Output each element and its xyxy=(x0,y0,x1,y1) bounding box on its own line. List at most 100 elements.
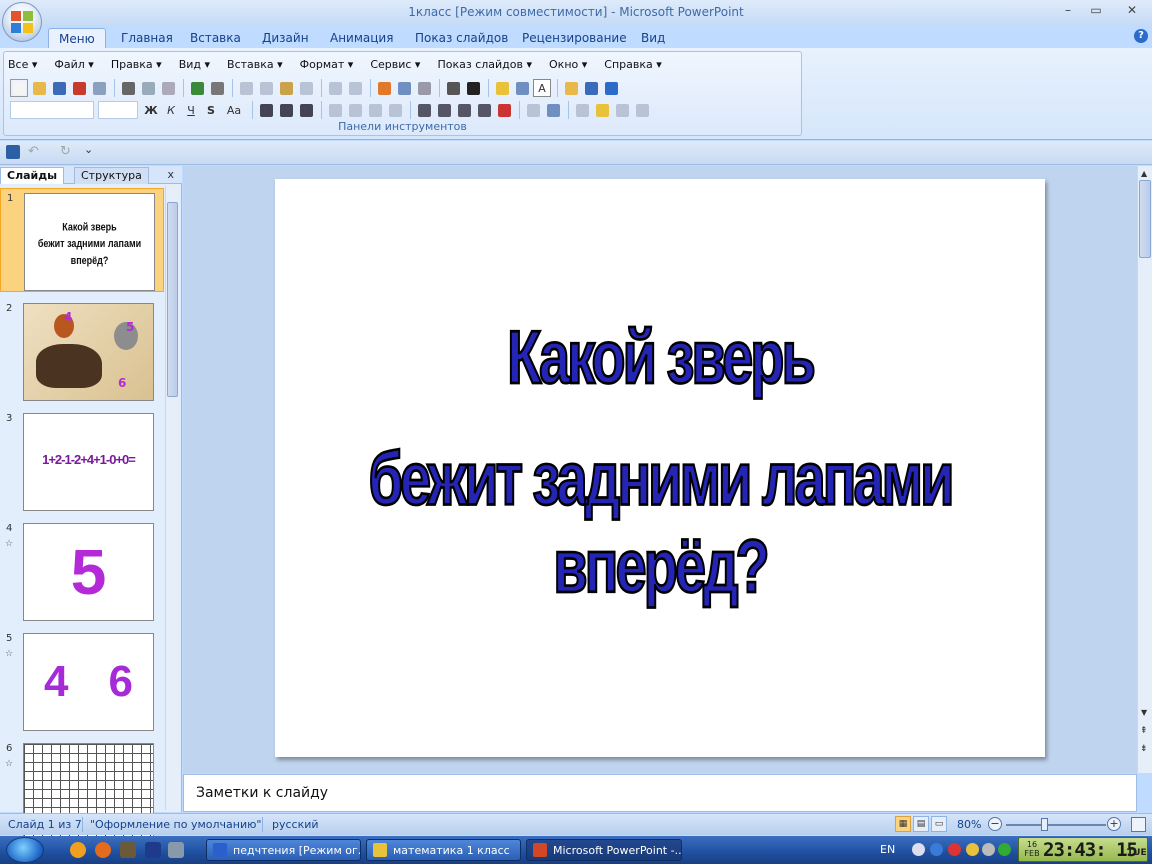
warning-icon[interactable] xyxy=(966,843,979,856)
normal-view-icon[interactable]: ▦ xyxy=(895,816,911,832)
menu-file[interactable]: Файл ▾ xyxy=(54,58,93,74)
font-size-combo[interactable] xyxy=(98,101,138,119)
qat-undo-icon[interactable]: ↶ xyxy=(28,144,39,159)
editor-scrollbar[interactable]: ▲ ▼ ⇞ ⇟ xyxy=(1137,166,1152,773)
new-file-icon[interactable] xyxy=(10,79,28,97)
tray-expand-icon[interactable] xyxy=(912,843,925,856)
tab-slideshow[interactable]: Показ слайдов xyxy=(405,28,518,48)
copy-icon[interactable] xyxy=(257,79,275,97)
numbering-icon[interactable] xyxy=(366,101,384,119)
decrease-indent-icon[interactable] xyxy=(475,101,493,119)
scrollbar-thumb[interactable] xyxy=(167,202,178,397)
research-icon[interactable] xyxy=(159,79,177,97)
slide-thumb-5[interactable]: 5 ☆ 4 6 xyxy=(0,629,164,733)
antivirus-icon[interactable] xyxy=(948,843,961,856)
scrollbar-thumb[interactable] xyxy=(1139,180,1151,258)
underline-button[interactable]: Ч xyxy=(182,101,200,119)
slide-thumb-2[interactable]: 2 4 5 6 xyxy=(0,299,164,403)
zoom-level[interactable]: 80% xyxy=(957,818,981,831)
menu-edit[interactable]: Правка ▾ xyxy=(111,58,162,74)
open-folder-icon[interactable] xyxy=(30,79,48,97)
insert-table-icon[interactable] xyxy=(395,79,413,97)
app-icon[interactable] xyxy=(168,842,184,858)
next-slide-icon[interactable]: ⇟ xyxy=(1140,744,1148,754)
firefox-icon[interactable] xyxy=(95,842,111,858)
draw-shapes-icon[interactable] xyxy=(573,101,591,119)
text-box-icon[interactable]: A xyxy=(533,79,551,97)
start-button[interactable] xyxy=(6,837,44,863)
menu-format[interactable]: Формат ▾ xyxy=(300,58,354,74)
insert-chart-icon[interactable] xyxy=(375,79,393,97)
office-button[interactable] xyxy=(2,2,42,42)
insert-hyperlink-icon[interactable] xyxy=(415,79,433,97)
app-icon[interactable] xyxy=(120,842,136,858)
mail-agent-icon[interactable] xyxy=(70,842,86,858)
line-color-icon[interactable] xyxy=(613,101,631,119)
slide-thumb-3[interactable]: 3 1+2-1-2+4+1-0+0= xyxy=(0,409,164,513)
menu-tools[interactable]: Сервис ▾ xyxy=(370,58,420,74)
network-icon[interactable] xyxy=(930,843,943,856)
scroll-up-icon[interactable]: ▲ xyxy=(1141,169,1147,178)
zoom-slider[interactable] xyxy=(1006,824,1106,826)
email-icon[interactable] xyxy=(90,79,108,97)
menu-view[interactable]: Вид ▾ xyxy=(179,58,210,74)
slide-title-line-2[interactable]: бежит задними лапами вперёд? xyxy=(275,434,1045,610)
font-color-icon[interactable] xyxy=(495,101,513,119)
align-right-icon[interactable] xyxy=(297,101,315,119)
tab-menu[interactable]: Меню xyxy=(48,28,106,48)
tab-design[interactable]: Дизайн xyxy=(252,28,319,48)
spelling-icon[interactable] xyxy=(188,79,206,97)
bullets-icon[interactable] xyxy=(386,101,404,119)
task-powerpoint[interactable]: Microsoft PowerPoint -... xyxy=(526,839,682,861)
qat-customize-icon[interactable]: ⌄ xyxy=(84,143,93,156)
format-painter-icon[interactable] xyxy=(297,79,315,97)
task-matematika[interactable]: математика 1 класс xyxy=(366,839,521,861)
panel-close-icon[interactable]: x xyxy=(167,168,174,181)
task-pedchteniya[interactable]: педчтения [Режим ог... xyxy=(206,839,361,861)
menu-insert[interactable]: Вставка ▾ xyxy=(227,58,283,74)
tab-review[interactable]: Рецензирование xyxy=(512,28,637,48)
volume-icon[interactable] xyxy=(982,843,995,856)
app-icon[interactable] xyxy=(145,842,161,858)
qat-save-icon[interactable] xyxy=(6,145,20,159)
tab-animation[interactable]: Анимация xyxy=(320,28,403,48)
current-slide[interactable]: Какой зверь бежит задними лапами вперёд? xyxy=(275,179,1045,757)
language-indicator[interactable]: EN xyxy=(880,843,895,856)
clock[interactable]: 16 FEB 23:43: 15 TUE xyxy=(1018,837,1148,862)
change-case-button[interactable]: Aa xyxy=(222,101,246,119)
shapes-icon[interactable] xyxy=(562,79,580,97)
font-name-combo[interactable] xyxy=(10,101,94,119)
decrease-font-icon[interactable] xyxy=(435,101,453,119)
cut-icon[interactable] xyxy=(237,79,255,97)
slide-thumb-4[interactable]: 4 ☆ 5 xyxy=(0,519,164,623)
menu-slideshow[interactable]: Показ слайдов ▾ xyxy=(437,58,532,74)
fill-color-icon[interactable] xyxy=(593,101,611,119)
align-left-icon[interactable] xyxy=(257,101,275,119)
slide-thumb-1[interactable]: 1 Какой зверь бежит задними лапами вперё… xyxy=(0,188,164,292)
line-spacing-icon[interactable] xyxy=(346,101,364,119)
new-slide-layout-icon[interactable] xyxy=(544,101,562,119)
zoom-slider-thumb[interactable] xyxy=(1041,818,1048,831)
qat-redo-icon[interactable]: ↻ xyxy=(60,144,71,159)
bold-button[interactable]: Ж xyxy=(142,101,160,119)
scroll-down-icon[interactable]: ▼ xyxy=(1141,708,1147,717)
save-icon[interactable] xyxy=(50,79,68,97)
new-slide-icon[interactable] xyxy=(493,79,511,97)
slides-scrollbar[interactable] xyxy=(165,186,179,810)
slide-layout-icon[interactable] xyxy=(513,79,531,97)
menu-help[interactable]: Справка ▾ xyxy=(604,58,661,74)
menu-window[interactable]: Окно ▾ xyxy=(549,58,587,74)
color-grayscale-icon[interactable] xyxy=(464,79,482,97)
language[interactable]: русский xyxy=(272,818,319,831)
redo-icon[interactable] xyxy=(346,79,364,97)
help-icon[interactable]: ? xyxy=(1134,29,1148,43)
fit-to-window-icon[interactable] xyxy=(1131,817,1146,832)
italic-button[interactable]: К xyxy=(162,101,180,119)
zoom-icon[interactable] xyxy=(582,79,600,97)
previous-slide-icon[interactable]: ⇞ xyxy=(1140,726,1148,736)
shadow-button[interactable]: S xyxy=(202,101,220,119)
tab-slides[interactable]: Слайды xyxy=(0,167,65,184)
grid-icon[interactable] xyxy=(444,79,462,97)
columns-icon[interactable] xyxy=(326,101,344,119)
help-circle-icon[interactable] xyxy=(602,79,620,97)
